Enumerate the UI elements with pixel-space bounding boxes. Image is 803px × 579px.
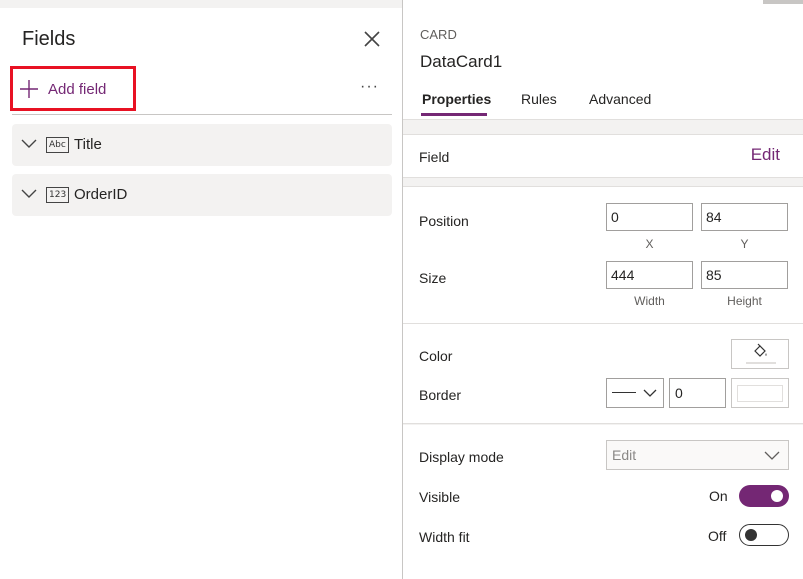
y-label: Y bbox=[740, 237, 749, 251]
style-section: Color Border 0 bbox=[403, 324, 803, 424]
properties-pane: CARD DataCard1 Properties Rules Advanced… bbox=[403, 0, 803, 579]
field-name: OrderID bbox=[74, 186, 128, 203]
display-mode-dropdown[interactable]: Edit bbox=[606, 440, 789, 470]
width-label: Width bbox=[634, 294, 665, 308]
visible-toggle[interactable] bbox=[739, 485, 789, 507]
field-item-title[interactable]: Abc Title bbox=[12, 124, 392, 166]
size-height-input[interactable]: 85 bbox=[701, 261, 788, 289]
size-width-input[interactable]: 444 bbox=[606, 261, 693, 289]
border-color-picker[interactable] bbox=[731, 378, 789, 408]
card-name: DataCard1 bbox=[420, 52, 503, 71]
display-mode-label: Display mode bbox=[419, 449, 504, 465]
visible-label: Visible bbox=[419, 489, 460, 505]
active-tab-indicator bbox=[421, 113, 487, 116]
chevron-down-icon bbox=[21, 139, 37, 148]
color-label: Color bbox=[419, 348, 453, 364]
field-item-orderid[interactable]: 123 OrderID bbox=[12, 174, 392, 216]
card-kind-label: CARD bbox=[420, 27, 457, 42]
field-section: Field Edit bbox=[403, 134, 803, 178]
position-label: Position bbox=[419, 213, 469, 229]
tab-properties[interactable]: Properties bbox=[422, 91, 491, 107]
number-type-icon: 123 bbox=[46, 187, 70, 203]
top-divider bbox=[0, 0, 402, 8]
display-mode-value: Edit bbox=[612, 447, 637, 463]
position-x-input[interactable]: 0 bbox=[606, 203, 693, 231]
size-label: Size bbox=[419, 270, 447, 286]
more-options-button[interactable]: ··· bbox=[360, 78, 379, 96]
edit-field-link[interactable]: Edit bbox=[751, 145, 780, 165]
field-name: Title bbox=[74, 136, 102, 153]
geometry-section: Position 0 84 X Y Size 444 85 Width Heig… bbox=[403, 186, 803, 324]
border-line-preview bbox=[612, 392, 636, 393]
border-width-input[interactable]: 0 bbox=[669, 378, 726, 408]
tab-advanced[interactable]: Advanced bbox=[589, 91, 651, 107]
border-color-swatch bbox=[737, 385, 783, 402]
close-button[interactable] bbox=[360, 27, 384, 51]
chevron-down-icon bbox=[643, 389, 657, 397]
fields-pane: Fields Add field ··· Abc Title 123 Order… bbox=[0, 0, 403, 579]
divider bbox=[12, 114, 392, 115]
display-section: Display mode Edit Visible On Width fit O… bbox=[403, 425, 803, 579]
chevron-down-icon bbox=[764, 451, 780, 460]
plus-icon bbox=[20, 80, 38, 98]
divider bbox=[403, 119, 803, 120]
text-type-icon: Abc bbox=[46, 137, 69, 153]
add-field-button[interactable]: Add field bbox=[10, 66, 136, 111]
width-fit-label: Width fit bbox=[419, 529, 470, 545]
tab-rules[interactable]: Rules bbox=[521, 91, 557, 107]
toggle-knob bbox=[771, 490, 783, 502]
height-label: Height bbox=[727, 294, 762, 308]
add-field-label: Add field bbox=[48, 81, 107, 98]
paint-bucket-icon bbox=[754, 343, 767, 357]
card-header: CARD DataCard1 Properties Rules Advanced bbox=[403, 0, 803, 120]
close-icon bbox=[364, 31, 380, 47]
color-swatch bbox=[746, 362, 776, 364]
chevron-down-icon bbox=[21, 189, 37, 198]
width-fit-toggle[interactable] bbox=[739, 524, 789, 546]
color-picker-button[interactable] bbox=[731, 339, 789, 369]
width-fit-state: Off bbox=[708, 528, 727, 544]
position-y-input[interactable]: 84 bbox=[701, 203, 788, 231]
fields-pane-title: Fields bbox=[22, 28, 76, 50]
x-label: X bbox=[645, 237, 654, 251]
top-divider bbox=[763, 0, 803, 4]
border-style-dropdown[interactable] bbox=[606, 378, 664, 408]
toggle-knob bbox=[745, 529, 757, 541]
border-label: Border bbox=[419, 387, 462, 403]
visible-state: On bbox=[709, 488, 728, 504]
field-label: Field bbox=[419, 149, 450, 165]
